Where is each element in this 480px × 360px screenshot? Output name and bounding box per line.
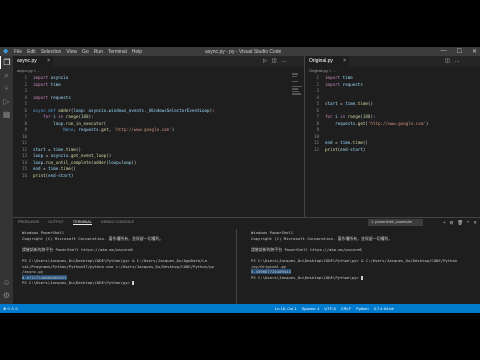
tab-label: Original.py: [309, 58, 333, 64]
menu-help[interactable]: Help: [132, 49, 142, 55]
split-editor-icon[interactable]: ◫: [445, 58, 450, 64]
terminal-line: PS C:\Users\Jacques_Du\Desktop\CODE\Pyth…: [22, 280, 135, 286]
right-tab-bar: Original.py × ◫ …: [305, 56, 480, 67]
menu-run[interactable]: Run: [94, 49, 103, 55]
run-file-icon[interactable]: ▷: [263, 58, 267, 64]
account-icon[interactable]: ☺: [0, 276, 13, 289]
menu-bar: File Edit Selection View Go Run Terminal…: [14, 49, 142, 55]
line-ending[interactable]: CRLF: [341, 304, 351, 313]
line-number: 16: [21, 172, 27, 178]
close-panel-icon[interactable]: ✕: [473, 220, 477, 226]
right-code-editor[interactable]: 1 import time 2 import requests 3 4 5 start = t…: [305, 75, 480, 215]
terminal-cursor: [361, 275, 364, 280]
activity-bar: ❐ ⌕ ⑂ ▷ ▦ ☺ ⚙: [0, 56, 13, 304]
tab-label: async.py: [17, 58, 37, 64]
menu-selection[interactable]: Selection: [41, 49, 62, 55]
minimize-button[interactable]: —: [441, 48, 447, 55]
menu-terminal[interactable]: Terminal: [108, 49, 127, 55]
title-bar: ◆ File Edit Selection View Go Run Termin…: [0, 47, 480, 56]
tab-terminal[interactable]: TERMINAL: [72, 220, 92, 225]
encoding[interactable]: UTF-8: [324, 304, 335, 313]
vscode-window: ◆ File Edit Selection View Go Run Termin…: [0, 47, 480, 313]
left-tab-bar: async.py × ▷ ◫ …: [13, 56, 304, 67]
close-icon[interactable]: ×: [47, 56, 50, 67]
terminal-line: PS C:\Users\Jacques_Du\Desktop\CODE\Pyth…: [251, 274, 364, 280]
status-bar: ⊗ 0 ⚠ 0 Ln 16, Col 1 Spaces: 4 UTF-8 CRL…: [0, 304, 480, 313]
language-mode[interactable]: Python: [356, 304, 368, 313]
breadcrumb[interactable]: async.py > ...: [17, 68, 41, 74]
code-text: start = time.time(): [325, 101, 373, 106]
cursor-position[interactable]: Ln 16, Col 1: [275, 304, 297, 313]
source-control-icon[interactable]: ⑂: [0, 82, 13, 95]
tab-debug-console[interactable]: DEBUG CONSOLE: [101, 220, 134, 225]
more-actions-icon[interactable]: …: [455, 58, 460, 64]
line-number: 12: [313, 146, 319, 152]
terminal-split-divider[interactable]: [236, 229, 237, 304]
explorer-icon[interactable]: ❐: [0, 56, 13, 69]
panel-tabs: PROBLEMS OUTPUT TERMINAL DEBUG CONSOLE: [18, 220, 134, 225]
close-button[interactable]: ✕: [472, 48, 477, 55]
code-text: print(end-start): [325, 146, 366, 152]
menu-edit[interactable]: Edit: [27, 49, 36, 55]
split-editor-icon[interactable]: ◫: [272, 58, 277, 64]
close-icon[interactable]: ×: [343, 56, 346, 67]
terminal-cursor: [132, 281, 135, 286]
tab-async-py[interactable]: async.py ×: [13, 56, 53, 67]
terminal-line: cal/Programs/Python/Python37/python.exe …: [22, 263, 215, 269]
interpreter-version[interactable]: 3.7.4 64-bit: [374, 304, 394, 313]
terminal-right[interactable]: Windows PowerShell Copyright (C) Microsof…: [251, 230, 477, 280]
window-controls: — ☐ ✕: [441, 48, 477, 55]
kill-terminal-icon[interactable]: 🗑: [457, 220, 463, 226]
minimap[interactable]: [292, 73, 302, 133]
menu-file[interactable]: File: [14, 49, 22, 55]
extensions-icon[interactable]: ▦: [0, 108, 13, 121]
problems-status[interactable]: ⊗ 0 ⚠ 0: [3, 304, 18, 313]
more-actions-icon[interactable]: …: [282, 58, 287, 64]
code-text: import requests: [325, 81, 363, 87]
terminal-left[interactable]: Windows PowerShell Copyright (C) Microsof…: [22, 230, 244, 286]
indentation[interactable]: Spaces: 4: [302, 304, 320, 313]
left-code-editor[interactable]: 1 import asyncio 2 import time 3 4 import requ…: [13, 75, 292, 215]
window-title: async.py - py - Visual Studio Code: [205, 48, 282, 55]
code-text: requests.get('http://www.google.com'): [335, 120, 429, 126]
tab-problems[interactable]: PROBLEMS: [18, 220, 39, 225]
split-terminal-icon[interactable]: ⊟: [450, 220, 454, 226]
tab-original-py[interactable]: Original.py ×: [305, 56, 349, 67]
menu-view[interactable]: View: [66, 49, 77, 55]
editor-actions: ◫ …: [445, 58, 460, 64]
code-text: import time: [33, 81, 61, 87]
terminal-select-dropdown[interactable]: 1: powershell, powershe: [368, 219, 423, 226]
settings-gear-icon[interactable]: ⚙: [0, 289, 13, 302]
code-text: None, requests.get, 'http://www.google.c…: [63, 127, 175, 132]
editor-actions: ▷ ◫ …: [263, 58, 287, 64]
vscode-logo-icon: ◆: [3, 48, 9, 55]
tab-output[interactable]: OUTPUT: [48, 220, 64, 225]
search-icon[interactable]: ⌕: [0, 69, 13, 82]
breadcrumb[interactable]: Original.py > ...: [309, 68, 336, 74]
bottom-panel: PROBLEMS OUTPUT TERMINAL DEBUG CONSOLE 1…: [13, 217, 480, 305]
code-text: import requests: [33, 94, 71, 100]
run-debug-icon[interactable]: ▷: [0, 95, 13, 108]
new-terminal-icon[interactable]: +: [443, 220, 446, 226]
panel-controls: + ⊟ 🗑 ^ ✕: [443, 220, 477, 226]
maximize-panel-icon[interactable]: ^: [467, 220, 469, 226]
code-text: print(end-start): [33, 172, 74, 178]
menu-go[interactable]: Go: [82, 49, 89, 55]
maximize-button[interactable]: ☐: [457, 48, 462, 55]
